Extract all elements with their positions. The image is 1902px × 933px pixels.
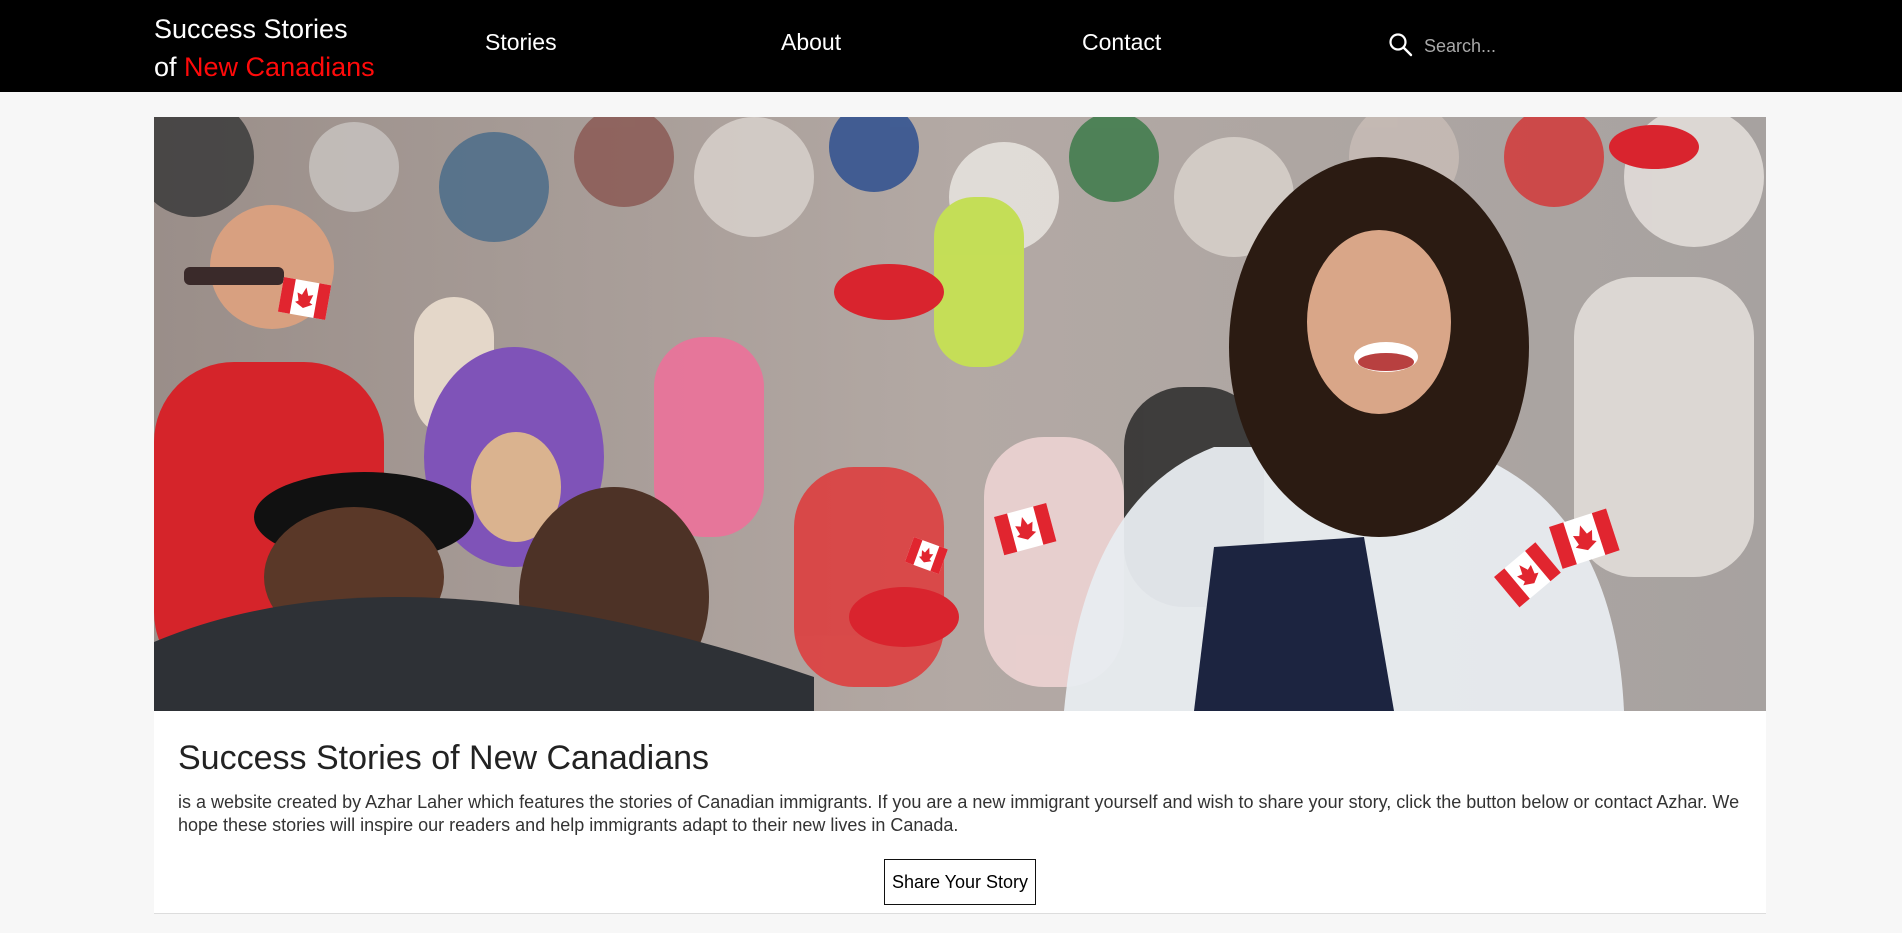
brand-line-1: Success Stories (154, 14, 348, 44)
site-brand[interactable]: Success Stories of New Canadians (154, 10, 394, 86)
search-icon[interactable] (1388, 32, 1414, 58)
search-input[interactable] (1424, 30, 1684, 62)
intro-text: is a website created by Azhar Laher whic… (178, 792, 1740, 835)
brand-line-2: of New Canadians (154, 48, 394, 86)
hero-image (154, 117, 1766, 711)
nav-link-stories[interactable]: Stories (485, 29, 557, 56)
top-navbar: Success Stories of New Canadians Stories… (0, 0, 1902, 92)
search-box (1388, 30, 1688, 62)
nav-link-about[interactable]: About (781, 29, 841, 56)
crowd-photo (154, 117, 1766, 711)
share-story-button[interactable]: Share Your Story (884, 859, 1036, 905)
brand-highlight: New Canadians (184, 52, 375, 82)
intro-title: Success Stories of New Canadians (178, 739, 710, 777)
brand-of: of (154, 52, 177, 82)
nav-link-contact[interactable]: Contact (1082, 29, 1161, 56)
intro-card: Success Stories of New Canadians is a we… (154, 117, 1766, 914)
intro-body: Success Stories of New Canadians is a we… (178, 737, 1742, 837)
